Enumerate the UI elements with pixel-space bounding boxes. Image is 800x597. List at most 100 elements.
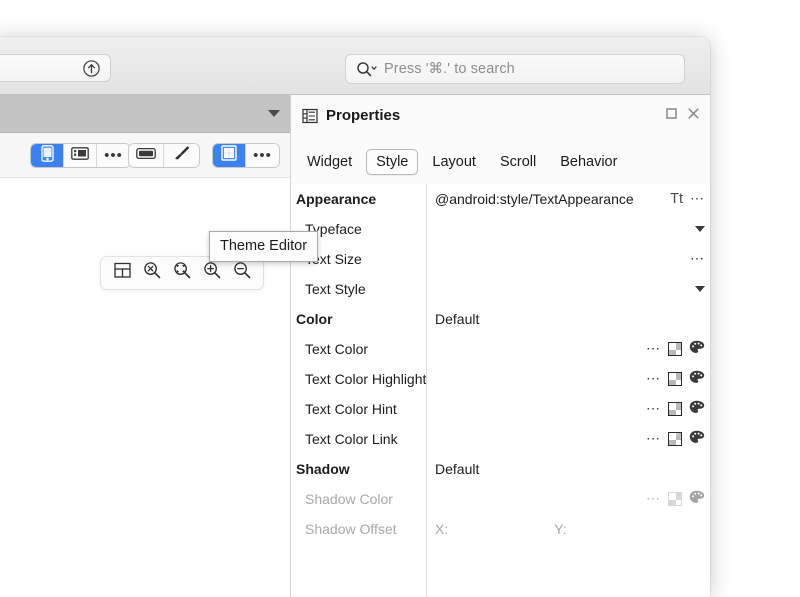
zoom-actual-size-button[interactable] bbox=[137, 258, 167, 288]
tablet-landscape-button[interactable] bbox=[64, 144, 97, 167]
table-row[interactable]: Text Color ⋯ bbox=[291, 334, 710, 364]
color-palette-icon[interactable] bbox=[689, 340, 705, 359]
page-title: Properties bbox=[326, 107, 400, 124]
ide-window: Press '⌘.' to search bbox=[0, 37, 710, 597]
tab-behavior[interactable]: Behavior bbox=[550, 149, 627, 175]
blueprint-view-button[interactable] bbox=[213, 144, 246, 167]
search-input[interactable]: Press '⌘.' to search bbox=[345, 54, 685, 84]
panel-layout-button[interactable] bbox=[107, 258, 137, 288]
color-swatch[interactable] bbox=[668, 432, 682, 446]
table-row: Shadow Offset X: Y: bbox=[291, 514, 710, 544]
device-screen-button[interactable] bbox=[129, 144, 164, 167]
property-value[interactable] bbox=[435, 214, 650, 244]
property-label: Text Color Link bbox=[291, 424, 426, 454]
theme-button-group bbox=[128, 143, 200, 168]
color-palette-icon[interactable] bbox=[689, 370, 705, 389]
phone-device-button[interactable] bbox=[31, 144, 64, 167]
property-label: Text Style bbox=[291, 274, 426, 304]
table-row[interactable]: Appearance @android:style/TextAppearance… bbox=[291, 184, 710, 214]
table-row[interactable]: Text Size ⋯ bbox=[291, 244, 710, 274]
property-label: Shadow Color bbox=[291, 484, 426, 514]
property-value[interactable]: @android:style/TextAppearance bbox=[435, 184, 650, 214]
restore-icon[interactable] bbox=[665, 107, 678, 125]
property-value[interactable]: Default bbox=[435, 304, 650, 334]
property-value[interactable] bbox=[435, 274, 650, 304]
tab-label: Behavior bbox=[560, 154, 617, 170]
tab-label: Style bbox=[376, 154, 408, 170]
color-swatch[interactable] bbox=[668, 372, 682, 386]
device-screen-icon bbox=[136, 147, 156, 165]
tab-style[interactable]: Style bbox=[366, 149, 418, 175]
text-style-icon[interactable]: Tt bbox=[670, 191, 683, 207]
zoom-in-button[interactable] bbox=[197, 258, 227, 288]
zoom-to-fit-button[interactable] bbox=[167, 258, 197, 288]
property-value[interactable] bbox=[435, 334, 650, 364]
window-titlebar: Press '⌘.' to search bbox=[0, 37, 710, 95]
ellipsis-button[interactable]: ⋯ bbox=[690, 194, 705, 204]
row-controls: ⋯ bbox=[646, 364, 705, 394]
row-controls bbox=[695, 214, 705, 244]
paintbrush-icon bbox=[173, 144, 191, 167]
panel-layout-icon bbox=[114, 262, 131, 284]
color-swatch bbox=[668, 492, 682, 506]
chevron-down-icon[interactable] bbox=[695, 226, 705, 232]
ellipsis-button[interactable]: ⋯ bbox=[690, 254, 705, 264]
close-icon[interactable] bbox=[687, 107, 700, 125]
property-label: Shadow bbox=[291, 454, 426, 484]
zoom-out-button[interactable] bbox=[227, 258, 257, 288]
search-icon bbox=[356, 61, 378, 77]
tab-label: Scroll bbox=[500, 154, 536, 170]
ellipsis-button[interactable]: ⋯ bbox=[646, 434, 661, 444]
theme-editor-button[interactable] bbox=[164, 144, 199, 167]
table-row[interactable]: Typeface bbox=[291, 214, 710, 244]
color-palette-icon[interactable] bbox=[689, 400, 705, 419]
property-value[interactable]: Default bbox=[435, 454, 650, 484]
blueprint-button-group: ••• bbox=[212, 143, 280, 168]
table-row[interactable]: Color Default bbox=[291, 304, 710, 334]
table-row[interactable]: Text Style bbox=[291, 274, 710, 304]
upload-circle-icon[interactable] bbox=[82, 59, 101, 78]
row-controls: Tt ⋯ bbox=[670, 184, 705, 214]
ellipsis-button[interactable]: ⋯ bbox=[646, 344, 661, 354]
editor-toolbar: ••• bbox=[0, 133, 290, 178]
properties-table: Appearance @android:style/TextAppearance… bbox=[291, 184, 710, 597]
row-controls: ⋯ bbox=[646, 424, 705, 454]
overflow-dots-icon: ••• bbox=[253, 151, 272, 160]
tab-scroll[interactable]: Scroll bbox=[490, 149, 546, 175]
ellipsis-button[interactable]: ⋯ bbox=[646, 374, 661, 384]
tab-label: Layout bbox=[432, 154, 476, 170]
tab-label: Widget bbox=[307, 154, 352, 170]
phone-icon bbox=[41, 145, 54, 167]
table-row[interactable]: Shadow Default bbox=[291, 454, 710, 484]
blueprint-grid-icon bbox=[221, 145, 237, 166]
table-row[interactable]: Text Color Hint ⋯ bbox=[291, 394, 710, 424]
chevron-down-icon[interactable] bbox=[695, 286, 705, 292]
table-row[interactable]: Text Color Highlight ⋯ bbox=[291, 364, 710, 394]
chevron-down-icon[interactable] bbox=[268, 110, 280, 117]
property-xy-fields: X: Y: bbox=[435, 514, 695, 544]
ellipsis-button[interactable]: ⋯ bbox=[646, 404, 661, 414]
device-overflow-button[interactable]: ••• bbox=[97, 144, 130, 167]
nav-upload-field[interactable] bbox=[0, 54, 111, 82]
property-value[interactable] bbox=[435, 424, 650, 454]
property-label: Shadow Offset bbox=[291, 514, 426, 544]
editor-header-bar bbox=[0, 95, 290, 133]
table-row[interactable]: Text Color Link ⋯ bbox=[291, 424, 710, 454]
color-swatch[interactable] bbox=[668, 342, 682, 356]
ellipsis-button: ⋯ bbox=[646, 494, 661, 504]
property-value[interactable] bbox=[435, 244, 650, 274]
properties-tab-bar: Widget Style Layout Scroll Behavior bbox=[291, 142, 710, 182]
property-value[interactable] bbox=[435, 364, 650, 394]
tab-widget[interactable]: Widget bbox=[297, 149, 362, 175]
color-palette-icon[interactable] bbox=[689, 430, 705, 449]
theme-editor-tooltip: Theme Editor bbox=[209, 231, 318, 262]
search-placeholder-text: Press '⌘.' to search bbox=[384, 61, 515, 77]
device-button-group: ••• bbox=[30, 143, 131, 168]
x-label: X: bbox=[435, 521, 448, 537]
color-swatch[interactable] bbox=[668, 402, 682, 416]
property-label: Text Color Hint bbox=[291, 394, 426, 424]
blueprint-overflow-button[interactable]: ••• bbox=[246, 144, 279, 167]
property-value[interactable] bbox=[435, 394, 650, 424]
row-controls: ⋯ bbox=[690, 244, 705, 274]
tab-layout[interactable]: Layout bbox=[422, 149, 486, 175]
